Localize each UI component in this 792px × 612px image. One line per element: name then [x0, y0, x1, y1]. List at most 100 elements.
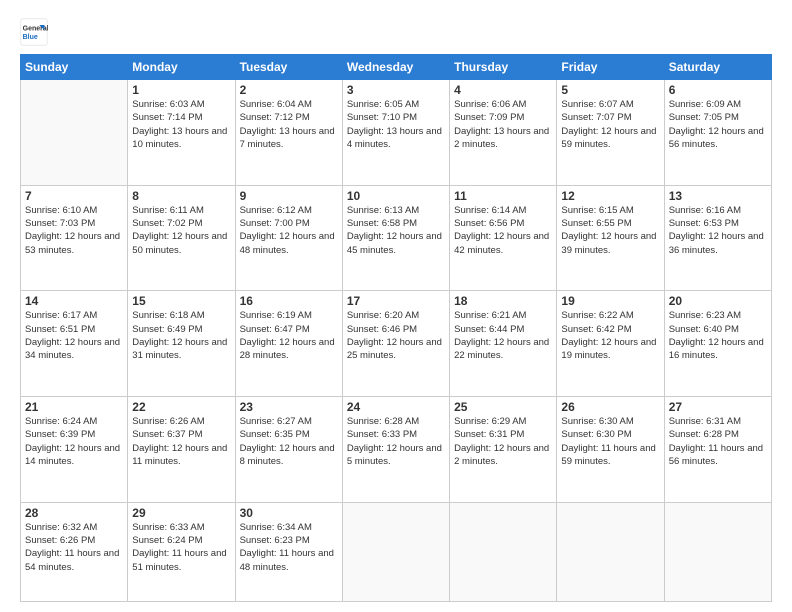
calendar-cell: 2Sunrise: 6:04 AMSunset: 7:12 PMDaylight…: [235, 80, 342, 186]
calendar-week-row: 14Sunrise: 6:17 AMSunset: 6:51 PMDayligh…: [21, 291, 772, 397]
day-info: Sunrise: 6:12 AMSunset: 7:00 PMDaylight:…: [240, 204, 338, 257]
calendar-cell: 5Sunrise: 6:07 AMSunset: 7:07 PMDaylight…: [557, 80, 664, 186]
day-number: 2: [240, 83, 338, 97]
calendar-cell: 28Sunrise: 6:32 AMSunset: 6:26 PMDayligh…: [21, 502, 128, 601]
day-number: 22: [132, 400, 230, 414]
day-info: Sunrise: 6:04 AMSunset: 7:12 PMDaylight:…: [240, 98, 338, 151]
calendar-cell: [342, 502, 449, 601]
day-info: Sunrise: 6:09 AMSunset: 7:05 PMDaylight:…: [669, 98, 767, 151]
day-number: 1: [132, 83, 230, 97]
calendar-cell: 17Sunrise: 6:20 AMSunset: 6:46 PMDayligh…: [342, 291, 449, 397]
calendar-cell: 11Sunrise: 6:14 AMSunset: 6:56 PMDayligh…: [450, 185, 557, 291]
calendar: SundayMondayTuesdayWednesdayThursdayFrid…: [20, 54, 772, 602]
calendar-cell: 10Sunrise: 6:13 AMSunset: 6:58 PMDayligh…: [342, 185, 449, 291]
day-info: Sunrise: 6:10 AMSunset: 7:03 PMDaylight:…: [25, 204, 123, 257]
day-number: 24: [347, 400, 445, 414]
weekday-header: Friday: [557, 55, 664, 80]
day-number: 30: [240, 506, 338, 520]
calendar-week-row: 1Sunrise: 6:03 AMSunset: 7:14 PMDaylight…: [21, 80, 772, 186]
weekday-header: Tuesday: [235, 55, 342, 80]
page: General Blue SundayMondayTuesdayWednesda…: [0, 0, 792, 612]
day-number: 5: [561, 83, 659, 97]
day-number: 27: [669, 400, 767, 414]
calendar-week-row: 7Sunrise: 6:10 AMSunset: 7:03 PMDaylight…: [21, 185, 772, 291]
calendar-cell: 15Sunrise: 6:18 AMSunset: 6:49 PMDayligh…: [128, 291, 235, 397]
day-number: 21: [25, 400, 123, 414]
header: General Blue: [20, 18, 772, 46]
day-info: Sunrise: 6:27 AMSunset: 6:35 PMDaylight:…: [240, 415, 338, 468]
svg-text:Blue: Blue: [23, 34, 38, 41]
calendar-cell: 24Sunrise: 6:28 AMSunset: 6:33 PMDayligh…: [342, 396, 449, 502]
day-info: Sunrise: 6:14 AMSunset: 6:56 PMDaylight:…: [454, 204, 552, 257]
day-info: Sunrise: 6:33 AMSunset: 6:24 PMDaylight:…: [132, 521, 230, 574]
day-info: Sunrise: 6:20 AMSunset: 6:46 PMDaylight:…: [347, 309, 445, 362]
calendar-cell: 23Sunrise: 6:27 AMSunset: 6:35 PMDayligh…: [235, 396, 342, 502]
day-number: 9: [240, 189, 338, 203]
day-number: 10: [347, 189, 445, 203]
calendar-cell: 22Sunrise: 6:26 AMSunset: 6:37 PMDayligh…: [128, 396, 235, 502]
day-info: Sunrise: 6:29 AMSunset: 6:31 PMDaylight:…: [454, 415, 552, 468]
calendar-cell: 16Sunrise: 6:19 AMSunset: 6:47 PMDayligh…: [235, 291, 342, 397]
day-number: 28: [25, 506, 123, 520]
day-info: Sunrise: 6:15 AMSunset: 6:55 PMDaylight:…: [561, 204, 659, 257]
calendar-cell: [21, 80, 128, 186]
day-info: Sunrise: 6:11 AMSunset: 7:02 PMDaylight:…: [132, 204, 230, 257]
weekday-header: Wednesday: [342, 55, 449, 80]
calendar-cell: 3Sunrise: 6:05 AMSunset: 7:10 PMDaylight…: [342, 80, 449, 186]
logo: General Blue: [20, 18, 48, 46]
calendar-cell: [664, 502, 771, 601]
day-info: Sunrise: 6:03 AMSunset: 7:14 PMDaylight:…: [132, 98, 230, 151]
calendar-cell: 8Sunrise: 6:11 AMSunset: 7:02 PMDaylight…: [128, 185, 235, 291]
day-info: Sunrise: 6:18 AMSunset: 6:49 PMDaylight:…: [132, 309, 230, 362]
day-number: 18: [454, 294, 552, 308]
weekday-header: Monday: [128, 55, 235, 80]
day-number: 29: [132, 506, 230, 520]
calendar-cell: 21Sunrise: 6:24 AMSunset: 6:39 PMDayligh…: [21, 396, 128, 502]
day-info: Sunrise: 6:32 AMSunset: 6:26 PMDaylight:…: [25, 521, 123, 574]
calendar-week-row: 21Sunrise: 6:24 AMSunset: 6:39 PMDayligh…: [21, 396, 772, 502]
day-info: Sunrise: 6:30 AMSunset: 6:30 PMDaylight:…: [561, 415, 659, 468]
calendar-cell: 4Sunrise: 6:06 AMSunset: 7:09 PMDaylight…: [450, 80, 557, 186]
day-number: 25: [454, 400, 552, 414]
logo-icon: General Blue: [20, 18, 48, 46]
calendar-cell: 12Sunrise: 6:15 AMSunset: 6:55 PMDayligh…: [557, 185, 664, 291]
day-info: Sunrise: 6:21 AMSunset: 6:44 PMDaylight:…: [454, 309, 552, 362]
day-number: 14: [25, 294, 123, 308]
day-number: 20: [669, 294, 767, 308]
calendar-cell: 27Sunrise: 6:31 AMSunset: 6:28 PMDayligh…: [664, 396, 771, 502]
day-number: 16: [240, 294, 338, 308]
day-number: 15: [132, 294, 230, 308]
calendar-cell: 9Sunrise: 6:12 AMSunset: 7:00 PMDaylight…: [235, 185, 342, 291]
day-number: 4: [454, 83, 552, 97]
day-info: Sunrise: 6:17 AMSunset: 6:51 PMDaylight:…: [25, 309, 123, 362]
weekday-header: Sunday: [21, 55, 128, 80]
day-info: Sunrise: 6:31 AMSunset: 6:28 PMDaylight:…: [669, 415, 767, 468]
calendar-cell: 1Sunrise: 6:03 AMSunset: 7:14 PMDaylight…: [128, 80, 235, 186]
calendar-cell: 29Sunrise: 6:33 AMSunset: 6:24 PMDayligh…: [128, 502, 235, 601]
day-number: 19: [561, 294, 659, 308]
day-info: Sunrise: 6:23 AMSunset: 6:40 PMDaylight:…: [669, 309, 767, 362]
day-info: Sunrise: 6:07 AMSunset: 7:07 PMDaylight:…: [561, 98, 659, 151]
day-number: 8: [132, 189, 230, 203]
calendar-cell: 25Sunrise: 6:29 AMSunset: 6:31 PMDayligh…: [450, 396, 557, 502]
day-info: Sunrise: 6:22 AMSunset: 6:42 PMDaylight:…: [561, 309, 659, 362]
day-number: 23: [240, 400, 338, 414]
calendar-cell: 18Sunrise: 6:21 AMSunset: 6:44 PMDayligh…: [450, 291, 557, 397]
calendar-cell: 6Sunrise: 6:09 AMSunset: 7:05 PMDaylight…: [664, 80, 771, 186]
day-number: 26: [561, 400, 659, 414]
day-info: Sunrise: 6:19 AMSunset: 6:47 PMDaylight:…: [240, 309, 338, 362]
calendar-header-row: SundayMondayTuesdayWednesdayThursdayFrid…: [21, 55, 772, 80]
calendar-cell: 20Sunrise: 6:23 AMSunset: 6:40 PMDayligh…: [664, 291, 771, 397]
calendar-cell: [557, 502, 664, 601]
day-number: 6: [669, 83, 767, 97]
day-info: Sunrise: 6:13 AMSunset: 6:58 PMDaylight:…: [347, 204, 445, 257]
day-info: Sunrise: 6:24 AMSunset: 6:39 PMDaylight:…: [25, 415, 123, 468]
calendar-cell: 7Sunrise: 6:10 AMSunset: 7:03 PMDaylight…: [21, 185, 128, 291]
weekday-header: Thursday: [450, 55, 557, 80]
day-number: 13: [669, 189, 767, 203]
weekday-header: Saturday: [664, 55, 771, 80]
day-number: 17: [347, 294, 445, 308]
day-info: Sunrise: 6:34 AMSunset: 6:23 PMDaylight:…: [240, 521, 338, 574]
day-info: Sunrise: 6:05 AMSunset: 7:10 PMDaylight:…: [347, 98, 445, 151]
day-info: Sunrise: 6:28 AMSunset: 6:33 PMDaylight:…: [347, 415, 445, 468]
